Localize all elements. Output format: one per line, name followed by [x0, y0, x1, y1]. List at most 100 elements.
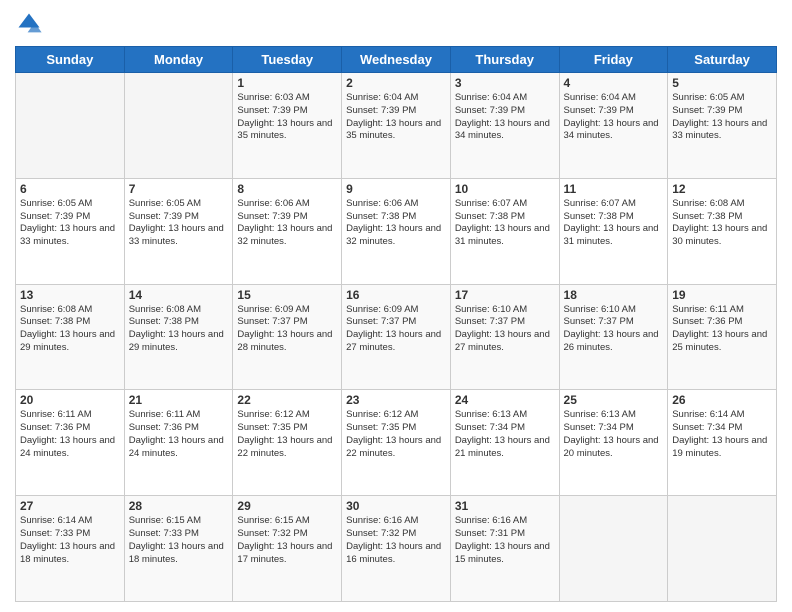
weekday-tuesday: Tuesday [233, 47, 342, 73]
day-number: 13 [20, 288, 120, 302]
cell-content: Sunrise: 6:07 AM Sunset: 7:38 PM Dayligh… [455, 198, 555, 249]
cell-content: Sunrise: 6:11 AM Sunset: 7:36 PM Dayligh… [129, 409, 229, 460]
calendar-cell: 19 Sunrise: 6:11 AM Sunset: 7:36 PM Dayli… [668, 284, 777, 390]
calendar-cell: 18Sunrise: 6:10 AM Sunset: 7:37 PM Dayli… [559, 284, 668, 390]
week-row-4: 20 Sunrise: 6:11 AM Sunset: 7:36 PM Dayli… [16, 390, 777, 496]
day-number: 4 [564, 76, 664, 90]
calendar-cell: 23 Sunrise: 6:12 AM Sunset: 7:35 PM Dayli… [342, 390, 451, 496]
calendar-cell: 31 Sunrise: 6:16 AM Sunset: 7:31 PM Dayli… [450, 496, 559, 602]
cell-content: Sunrise: 6:09 AM Sunset: 7:37 PM Dayligh… [346, 304, 446, 355]
weekday-friday: Friday [559, 47, 668, 73]
day-number: 30 [346, 499, 446, 513]
week-row-1: 1 Sunrise: 6:03 AM Sunset: 7:39 PM Daylig… [16, 73, 777, 179]
logo [15, 10, 47, 38]
cell-content: Sunrise: 6:16 AM Sunset: 7:32 PM Dayligh… [346, 515, 446, 566]
header [15, 10, 777, 38]
calendar-cell: 11Sunrise: 6:07 AM Sunset: 7:38 PM Dayli… [559, 178, 668, 284]
day-number: 10 [455, 182, 555, 196]
calendar-cell: 8 Sunrise: 6:06 AM Sunset: 7:39 PM Daylig… [233, 178, 342, 284]
weekday-thursday: Thursday [450, 47, 559, 73]
calendar-cell: 28 Sunrise: 6:15 AM Sunset: 7:33 PM Dayli… [124, 496, 233, 602]
calendar-cell: 27 Sunrise: 6:14 AM Sunset: 7:33 PM Dayli… [16, 496, 125, 602]
day-number: 31 [455, 499, 555, 513]
week-row-5: 27 Sunrise: 6:14 AM Sunset: 7:33 PM Dayli… [16, 496, 777, 602]
cell-content: Sunrise: 6:14 AM Sunset: 7:33 PM Dayligh… [20, 515, 120, 566]
calendar-cell: 6 Sunrise: 6:05 AM Sunset: 7:39 PM Daylig… [16, 178, 125, 284]
day-number: 14 [129, 288, 229, 302]
weekday-monday: Monday [124, 47, 233, 73]
day-number: 23 [346, 393, 446, 407]
calendar-cell: 16Sunrise: 6:09 AM Sunset: 7:37 PM Dayli… [342, 284, 451, 390]
calendar-cell: 3 Sunrise: 6:04 AM Sunset: 7:39 PM Daylig… [450, 73, 559, 179]
day-number: 26 [672, 393, 772, 407]
cell-content: Sunrise: 6:04 AM Sunset: 7:39 PM Dayligh… [346, 92, 446, 143]
day-number: 27 [20, 499, 120, 513]
cell-content: Sunrise: 6:05 AM Sunset: 7:39 PM Dayligh… [672, 92, 772, 143]
calendar-body: 1 Sunrise: 6:03 AM Sunset: 7:39 PM Daylig… [16, 73, 777, 602]
cell-content: Sunrise: 6:10 AM Sunset: 7:37 PM Dayligh… [455, 304, 555, 355]
calendar-table: SundayMondayTuesdayWednesdayThursdayFrid… [15, 46, 777, 602]
page: SundayMondayTuesdayWednesdayThursdayFrid… [0, 0, 792, 612]
cell-content: Sunrise: 6:12 AM Sunset: 7:35 PM Dayligh… [346, 409, 446, 460]
day-number: 20 [20, 393, 120, 407]
cell-content: Sunrise: 6:14 AM Sunset: 7:34 PM Dayligh… [672, 409, 772, 460]
day-number: 29 [237, 499, 337, 513]
day-number: 22 [237, 393, 337, 407]
day-number: 18 [564, 288, 664, 302]
cell-content: Sunrise: 6:15 AM Sunset: 7:33 PM Dayligh… [129, 515, 229, 566]
day-number: 7 [129, 182, 229, 196]
cell-content: Sunrise: 6:04 AM Sunset: 7:39 PM Dayligh… [564, 92, 664, 143]
cell-content: Sunrise: 6:08 AM Sunset: 7:38 PM Dayligh… [672, 198, 772, 249]
day-number: 9 [346, 182, 446, 196]
calendar-cell: 29 Sunrise: 6:15 AM Sunset: 7:32 PM Dayli… [233, 496, 342, 602]
calendar-cell [559, 496, 668, 602]
cell-content: Sunrise: 6:08 AM Sunset: 7:38 PM Dayligh… [129, 304, 229, 355]
cell-content: Sunrise: 6:03 AM Sunset: 7:39 PM Dayligh… [237, 92, 337, 143]
day-number: 15 [237, 288, 337, 302]
day-number: 28 [129, 499, 229, 513]
calendar-cell: 1 Sunrise: 6:03 AM Sunset: 7:39 PM Daylig… [233, 73, 342, 179]
cell-content: Sunrise: 6:11 AM Sunset: 7:36 PM Dayligh… [20, 409, 120, 460]
day-number: 3 [455, 76, 555, 90]
calendar-cell: 26 Sunrise: 6:14 AM Sunset: 7:34 PM Dayli… [668, 390, 777, 496]
day-number: 6 [20, 182, 120, 196]
week-row-3: 13 Sunrise: 6:08 AM Sunset: 7:38 PM Dayli… [16, 284, 777, 390]
cell-content: Sunrise: 6:16 AM Sunset: 7:31 PM Dayligh… [455, 515, 555, 566]
calendar-cell: 17 Sunrise: 6:10 AM Sunset: 7:37 PM Dayli… [450, 284, 559, 390]
cell-content: Sunrise: 6:05 AM Sunset: 7:39 PM Dayligh… [20, 198, 120, 249]
cell-content: Sunrise: 6:04 AM Sunset: 7:39 PM Dayligh… [455, 92, 555, 143]
day-number: 8 [237, 182, 337, 196]
cell-content: Sunrise: 6:08 AM Sunset: 7:38 PM Dayligh… [20, 304, 120, 355]
calendar-cell: 4 Sunrise: 6:04 AM Sunset: 7:39 PM Daylig… [559, 73, 668, 179]
calendar-cell: 14 Sunrise: 6:08 AM Sunset: 7:38 PM Dayli… [124, 284, 233, 390]
day-number: 21 [129, 393, 229, 407]
day-number: 17 [455, 288, 555, 302]
day-number: 19 [672, 288, 772, 302]
cell-content: Sunrise: 6:07 AM Sunset: 7:38 PM Dayligh… [564, 198, 664, 249]
calendar-cell: 10 Sunrise: 6:07 AM Sunset: 7:38 PM Dayli… [450, 178, 559, 284]
calendar-cell: 12Sunrise: 6:08 AM Sunset: 7:38 PM Dayli… [668, 178, 777, 284]
calendar-cell [668, 496, 777, 602]
cell-content: Sunrise: 6:15 AM Sunset: 7:32 PM Dayligh… [237, 515, 337, 566]
calendar-cell: 22 Sunrise: 6:12 AM Sunset: 7:35 PM Dayli… [233, 390, 342, 496]
day-number: 25 [564, 393, 664, 407]
day-number: 24 [455, 393, 555, 407]
calendar-cell [124, 73, 233, 179]
cell-content: Sunrise: 6:12 AM Sunset: 7:35 PM Dayligh… [237, 409, 337, 460]
calendar-cell: 13 Sunrise: 6:08 AM Sunset: 7:38 PM Dayli… [16, 284, 125, 390]
cell-content: Sunrise: 6:09 AM Sunset: 7:37 PM Dayligh… [237, 304, 337, 355]
cell-content: Sunrise: 6:06 AM Sunset: 7:39 PM Dayligh… [237, 198, 337, 249]
calendar-cell: 9Sunrise: 6:06 AM Sunset: 7:38 PM Daylig… [342, 178, 451, 284]
calendar-cell: 20 Sunrise: 6:11 AM Sunset: 7:36 PM Dayli… [16, 390, 125, 496]
calendar-cell: 24 Sunrise: 6:13 AM Sunset: 7:34 PM Dayli… [450, 390, 559, 496]
day-number: 1 [237, 76, 337, 90]
calendar-cell: 30 Sunrise: 6:16 AM Sunset: 7:32 PM Dayli… [342, 496, 451, 602]
day-number: 2 [346, 76, 446, 90]
cell-content: Sunrise: 6:11 AM Sunset: 7:36 PM Dayligh… [672, 304, 772, 355]
calendar-cell [16, 73, 125, 179]
logo-icon [15, 10, 43, 38]
calendar-cell: 5Sunrise: 6:05 AM Sunset: 7:39 PM Daylig… [668, 73, 777, 179]
calendar-cell: 7Sunrise: 6:05 AM Sunset: 7:39 PM Daylig… [124, 178, 233, 284]
cell-content: Sunrise: 6:13 AM Sunset: 7:34 PM Dayligh… [455, 409, 555, 460]
weekday-sunday: Sunday [16, 47, 125, 73]
